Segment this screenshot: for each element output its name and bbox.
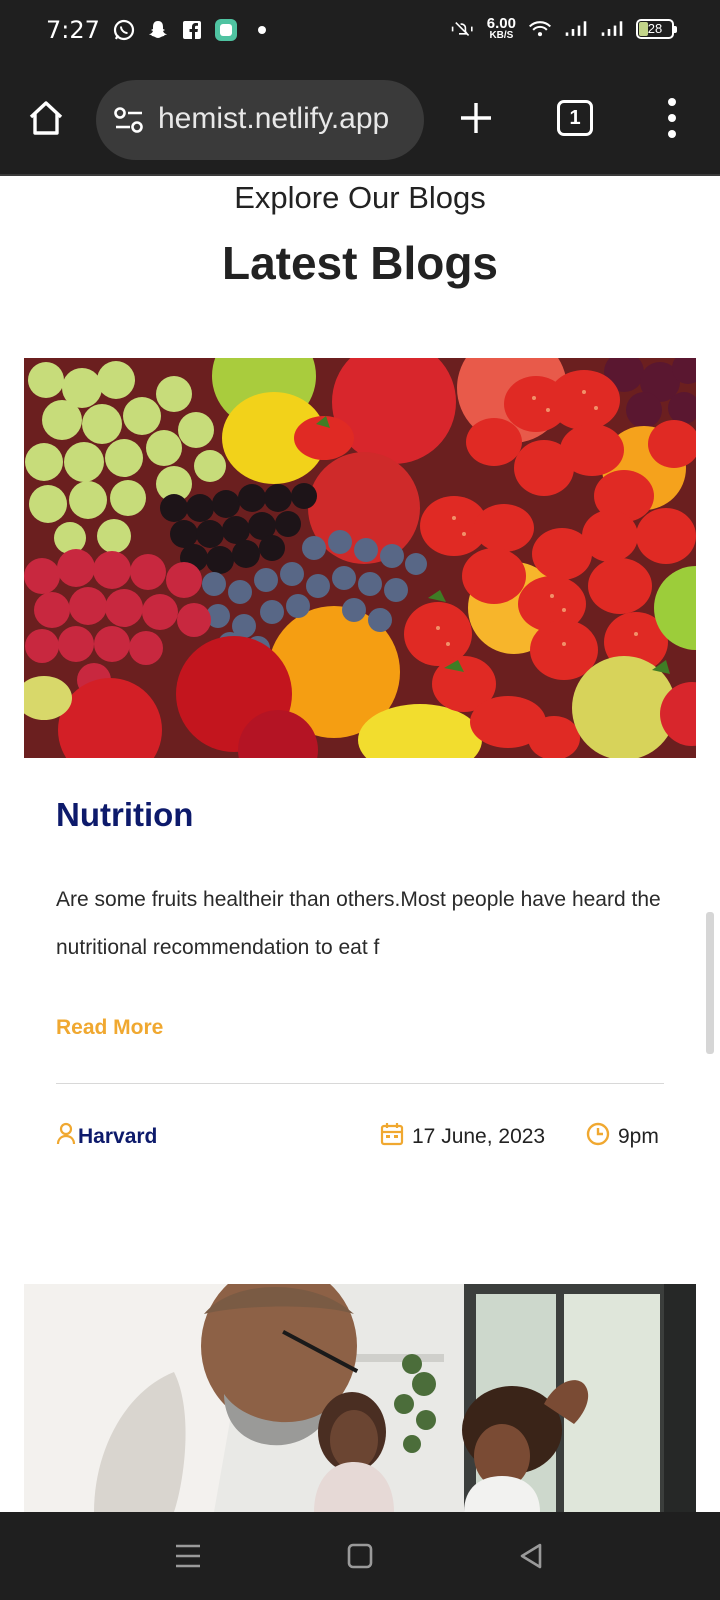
address-bar[interactable]: hemist.netlify.app bbox=[96, 80, 424, 160]
notification-icons bbox=[112, 18, 266, 42]
browser-toolbar: hemist.netlify.app 1 bbox=[0, 64, 720, 176]
date-text: 17 June, 2023 bbox=[412, 1125, 546, 1148]
signal-icon-2 bbox=[600, 17, 624, 41]
net-speed-unit: KB/S bbox=[489, 30, 514, 41]
user-icon bbox=[56, 1122, 76, 1152]
page-title: Latest Blogs bbox=[221, 237, 499, 289]
tab-count: 1 bbox=[569, 106, 581, 129]
battery-icon: 28 bbox=[636, 18, 677, 39]
new-tab-icon[interactable] bbox=[456, 98, 496, 138]
site-settings-icon[interactable] bbox=[114, 106, 144, 134]
post-divider bbox=[56, 1083, 664, 1084]
post-image-fruits[interactable] bbox=[24, 358, 696, 758]
net-speed-value: 6.00 bbox=[486, 15, 516, 32]
wifi-icon bbox=[528, 17, 552, 41]
post-title[interactable]: Nutrition bbox=[56, 796, 193, 834]
facebook-icon bbox=[180, 18, 204, 42]
silent-icon bbox=[451, 17, 475, 41]
time-text: 9pm bbox=[618, 1125, 659, 1148]
post-image-doctor[interactable] bbox=[24, 1284, 696, 1512]
author-name[interactable]: Harvard bbox=[78, 1125, 157, 1149]
net-speed: 6.00 KB/S bbox=[487, 16, 516, 41]
post-excerpt: Are some fruits healtheir than others.Mo… bbox=[56, 888, 661, 959]
notification-dot bbox=[258, 26, 266, 34]
read-more-link[interactable]: Read More bbox=[56, 1016, 163, 1040]
app-icon bbox=[214, 18, 238, 42]
recents-menu-icon[interactable] bbox=[172, 1540, 204, 1572]
post-date: 17 June, 2023 bbox=[380, 1122, 545, 1152]
system-icons: 6.00 KB/S 28 bbox=[451, 16, 677, 41]
system-nav-bar bbox=[0, 1512, 720, 1600]
battery-level: 28 bbox=[647, 21, 663, 36]
clock-icon bbox=[586, 1122, 610, 1152]
signal-icon bbox=[564, 17, 588, 41]
page-scrollbar[interactable] bbox=[706, 912, 714, 1054]
post-time: 9pm bbox=[586, 1122, 659, 1152]
more-menu-icon[interactable] bbox=[660, 98, 684, 138]
home-nav-icon[interactable] bbox=[344, 1540, 376, 1572]
back-icon[interactable] bbox=[516, 1540, 548, 1572]
tabs-icon[interactable]: 1 bbox=[557, 100, 593, 136]
snapchat-icon bbox=[146, 18, 170, 42]
whatsapp-icon bbox=[112, 18, 136, 42]
status-bar: 7:27 6.00 KB/S 28 bbox=[0, 0, 720, 64]
home-icon[interactable] bbox=[26, 98, 66, 138]
post-author[interactable]: Harvard bbox=[56, 1122, 157, 1152]
calendar-icon bbox=[380, 1122, 404, 1152]
url-text[interactable]: hemist.netlify.app bbox=[158, 102, 389, 136]
section-subtitle: Explore Our Blogs bbox=[234, 180, 486, 215]
status-time: 7:27 bbox=[46, 16, 100, 44]
